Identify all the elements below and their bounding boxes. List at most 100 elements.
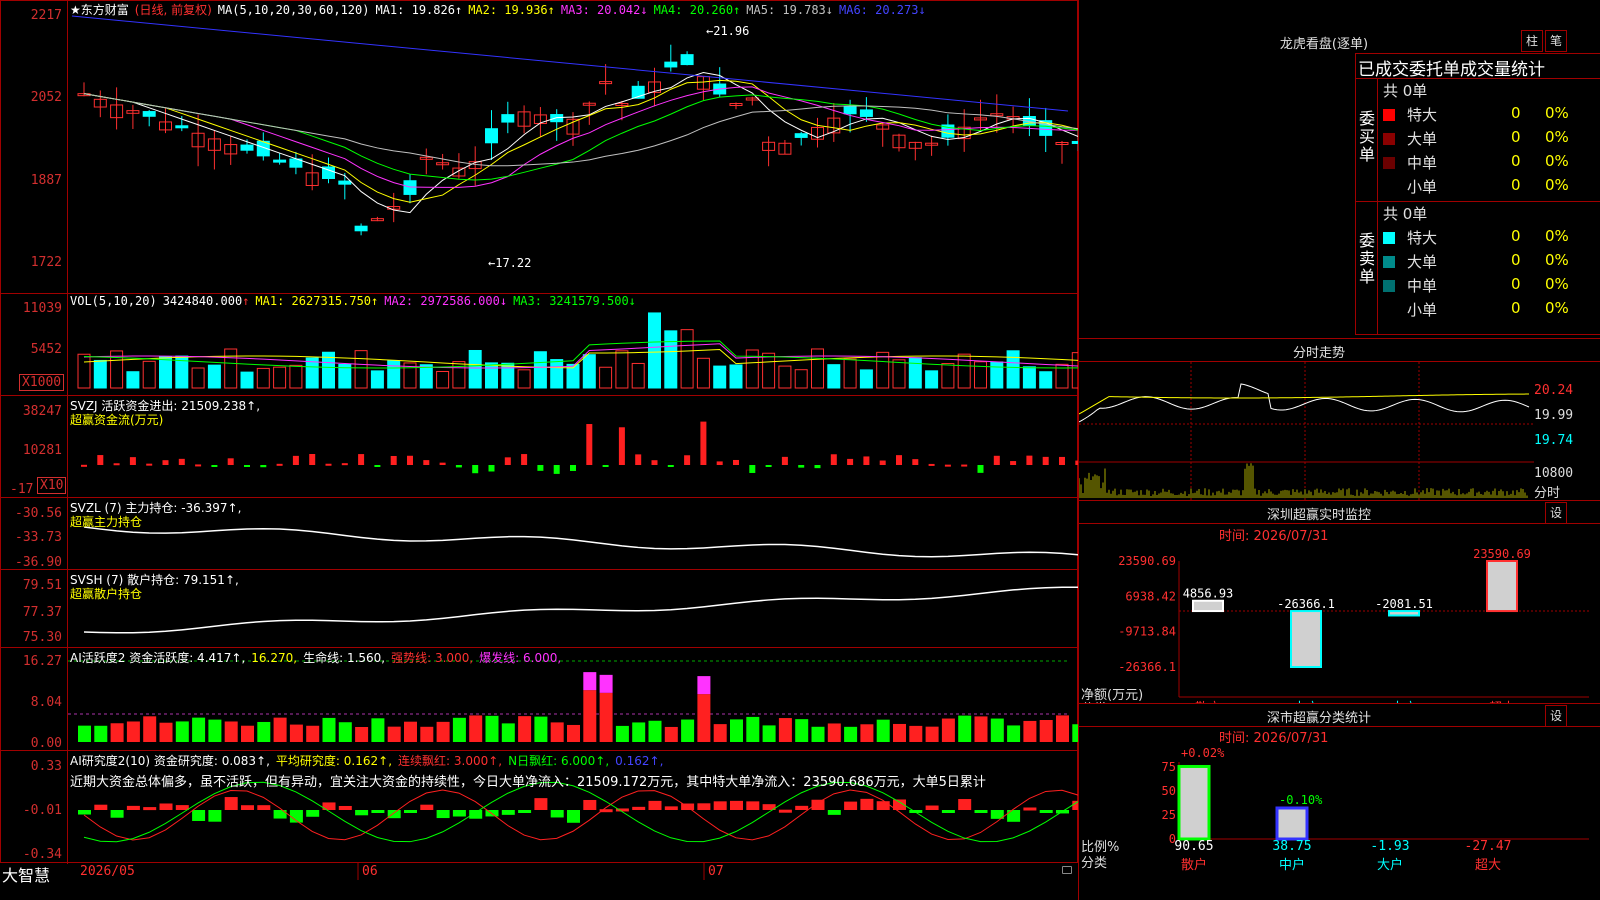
order-mid-sep xyxy=(1355,201,1600,202)
vol-header: VOL(5,10,20) 3424840.000↑ MA1: 2627315.750… xyxy=(70,294,642,308)
activity-bar xyxy=(681,719,695,742)
ss-bar-value: 90.65 xyxy=(1174,839,1213,854)
candle-body xyxy=(794,133,808,138)
intraday-chart[interactable] xyxy=(1079,362,1600,500)
volume-bar xyxy=(207,364,221,389)
volume-bar xyxy=(93,359,107,389)
main-chart-area[interactable]: ★东方财富 (日线, 前复权) MA(5,10,20,30,60,120) MA1: … xyxy=(0,0,1078,885)
order-pct: 0% xyxy=(1545,227,1569,245)
volume-bar xyxy=(941,363,955,389)
fund-flow-bar xyxy=(358,454,365,465)
fund-flow-bar xyxy=(178,458,185,465)
ai2-ytick: -0.01 xyxy=(22,803,62,818)
research-bar xyxy=(208,810,222,822)
activity-bar xyxy=(338,722,352,742)
research-bar xyxy=(860,798,874,810)
activity-bar xyxy=(664,726,678,742)
ss-title: 深市超赢分类统计 xyxy=(1266,711,1371,726)
volume-bar xyxy=(876,351,890,389)
ma-value-6: MA6: 20.273↓ xyxy=(839,3,926,17)
research-bar xyxy=(241,805,254,810)
volume-bar xyxy=(142,360,156,389)
kline-ytick: 2217 xyxy=(30,8,62,23)
fund-flow-bar xyxy=(912,459,919,465)
vol-name: VOL(5,10,20) xyxy=(70,294,157,308)
ss-ytick: 75 xyxy=(1162,760,1176,774)
activity-bar xyxy=(778,718,792,742)
order-pct: 0% xyxy=(1545,275,1569,293)
activity-bar xyxy=(827,723,841,742)
kline-ytick: 1722 xyxy=(30,255,62,270)
fund-flow-bar xyxy=(716,461,723,465)
fund-flow-bar xyxy=(390,455,397,465)
ai2-comment: 近期大资金总体偏多，虽不活跃，但有异动，宜关注大资金的持续性，今日大单净流入：2… xyxy=(70,775,986,790)
fund-flow-bar xyxy=(1010,461,1017,465)
research-bar xyxy=(1023,807,1037,811)
sz-bar xyxy=(1388,610,1420,617)
sz-bar-value: 4856.93 xyxy=(1183,587,1234,601)
research-bar xyxy=(844,801,858,810)
fund-flow-bar xyxy=(749,465,756,473)
fund-flow-bar xyxy=(733,459,739,465)
activity-bar xyxy=(1056,715,1069,742)
lhb-bar-button[interactable]: 柱 xyxy=(1521,30,1543,52)
side-panel: 龙虎看盘(逐单) 柱 笔 已成交委托单成交量统计 委买单 委卖单 共 0单 特大… xyxy=(1078,0,1600,900)
research-bar xyxy=(583,799,597,810)
order-type-label: 小单 xyxy=(1407,301,1438,319)
candle-body xyxy=(142,111,156,117)
ss-bar-value: -1.93 xyxy=(1370,839,1409,854)
fs-price-line xyxy=(1079,383,1530,423)
ss-ytick: 50 xyxy=(1162,784,1176,798)
research-bar xyxy=(811,799,825,810)
volume-bar xyxy=(615,350,629,389)
research-bar xyxy=(697,803,711,810)
activity-bar xyxy=(110,723,124,742)
ai1-e: 爆发线: 6.000, xyxy=(479,651,562,665)
ss-settings-button[interactable]: 设 xyxy=(1545,705,1567,727)
order-pct: 0% xyxy=(1545,251,1569,269)
volume-bar xyxy=(859,369,873,389)
activity-bar xyxy=(420,726,434,742)
volume-bar xyxy=(729,364,743,389)
activity-bar xyxy=(974,716,988,742)
ss-top-label: -0.10% xyxy=(1279,793,1323,807)
fund-flow-bar xyxy=(1059,456,1065,465)
research-bar xyxy=(110,810,124,818)
fund-flow-bar xyxy=(667,465,674,467)
ma-value-2: MA2: 19.936↑ xyxy=(468,3,555,17)
research-bar xyxy=(664,806,678,810)
fund-flow-bar xyxy=(244,465,250,467)
fs-vol: 10800 xyxy=(1534,466,1574,481)
activity-bar xyxy=(713,724,727,742)
ai1-ytick: 8.04 xyxy=(30,695,62,710)
fund-flow-bar xyxy=(570,465,576,471)
svzj-sub: 超赢资金流(万元) xyxy=(70,413,164,427)
ss-category: 散户 xyxy=(1181,857,1207,873)
ma-value-4: MA4: 20.260↑ xyxy=(653,3,741,17)
svsh-ytick: 77.37 xyxy=(22,605,62,620)
fs-vol-unit: 分时 xyxy=(1534,486,1561,501)
lock-icon[interactable] xyxy=(1062,866,1072,874)
sz-settings-button[interactable]: 设 xyxy=(1545,502,1567,524)
date-label-jun: 06 xyxy=(362,864,378,879)
candle-body xyxy=(273,159,287,163)
volume-bar xyxy=(354,350,368,389)
main-holding-line xyxy=(83,526,1078,558)
activity-bar xyxy=(518,716,532,742)
volume-bar xyxy=(582,354,596,389)
date-axis xyxy=(0,862,1078,881)
ss-ytick: 25 xyxy=(1162,808,1176,822)
activity-bar xyxy=(876,719,890,742)
ai2-ytick: 0.33 xyxy=(30,759,62,774)
volume-bar xyxy=(468,349,482,389)
activity-bar xyxy=(208,719,222,742)
fund-flow-bar xyxy=(781,456,788,465)
volume-bar xyxy=(1039,371,1053,389)
order-pct: 0% xyxy=(1545,299,1569,317)
vol-ma-line xyxy=(83,340,1078,369)
research-bar xyxy=(746,801,760,810)
research-bar xyxy=(94,804,108,810)
sz-ytick: 6938.42 xyxy=(1125,589,1176,603)
candle-body xyxy=(859,109,873,117)
lhb-tick-button[interactable]: 笔 xyxy=(1545,30,1567,52)
